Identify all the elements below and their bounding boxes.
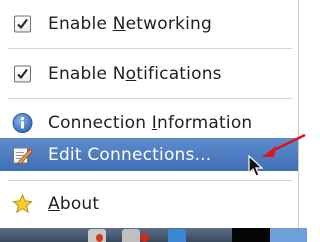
menu-separator [8, 98, 292, 99]
taskbar-alert-icon [140, 233, 149, 242]
menu-item-label: About [48, 194, 100, 214]
taskbar-blue-area[interactable] [270, 228, 307, 242]
checkbox-checked-icon[interactable] [12, 64, 33, 85]
screenshot-root: Enable Networking Enable Notifications C… [0, 0, 307, 242]
taskbar [0, 228, 307, 242]
menu-item-enable-notifications[interactable]: Enable Notifications [0, 58, 298, 90]
taskbar-app-icon[interactable] [122, 229, 140, 242]
menu-separator [8, 180, 292, 181]
menu-item-label: Connection Information [48, 113, 253, 133]
info-icon [12, 113, 33, 134]
menu-item-enable-networking[interactable]: Enable Networking [0, 8, 298, 40]
network-applet-menu: Enable Networking Enable Notifications C… [0, 0, 299, 228]
mouse-pointer-icon [248, 155, 264, 177]
taskbar-network-icon[interactable] [168, 229, 186, 242]
menu-item-connection-information[interactable]: Connection Information [0, 107, 298, 139]
taskbar-alert-icon [96, 234, 103, 242]
taskbar-dark-area [232, 228, 270, 242]
menu-item-label: Enable Notifications [48, 64, 222, 84]
star-icon [12, 193, 33, 215]
menu-item-about[interactable]: About [0, 188, 298, 220]
edit-pencil-icon [12, 144, 33, 165]
menu-separator [8, 48, 292, 49]
menu-item-label: Enable Networking [48, 14, 212, 34]
checkbox-checked-icon[interactable] [12, 14, 33, 35]
annotation-arrow [262, 133, 306, 157]
menu-item-label: Edit Connections... [48, 144, 212, 165]
